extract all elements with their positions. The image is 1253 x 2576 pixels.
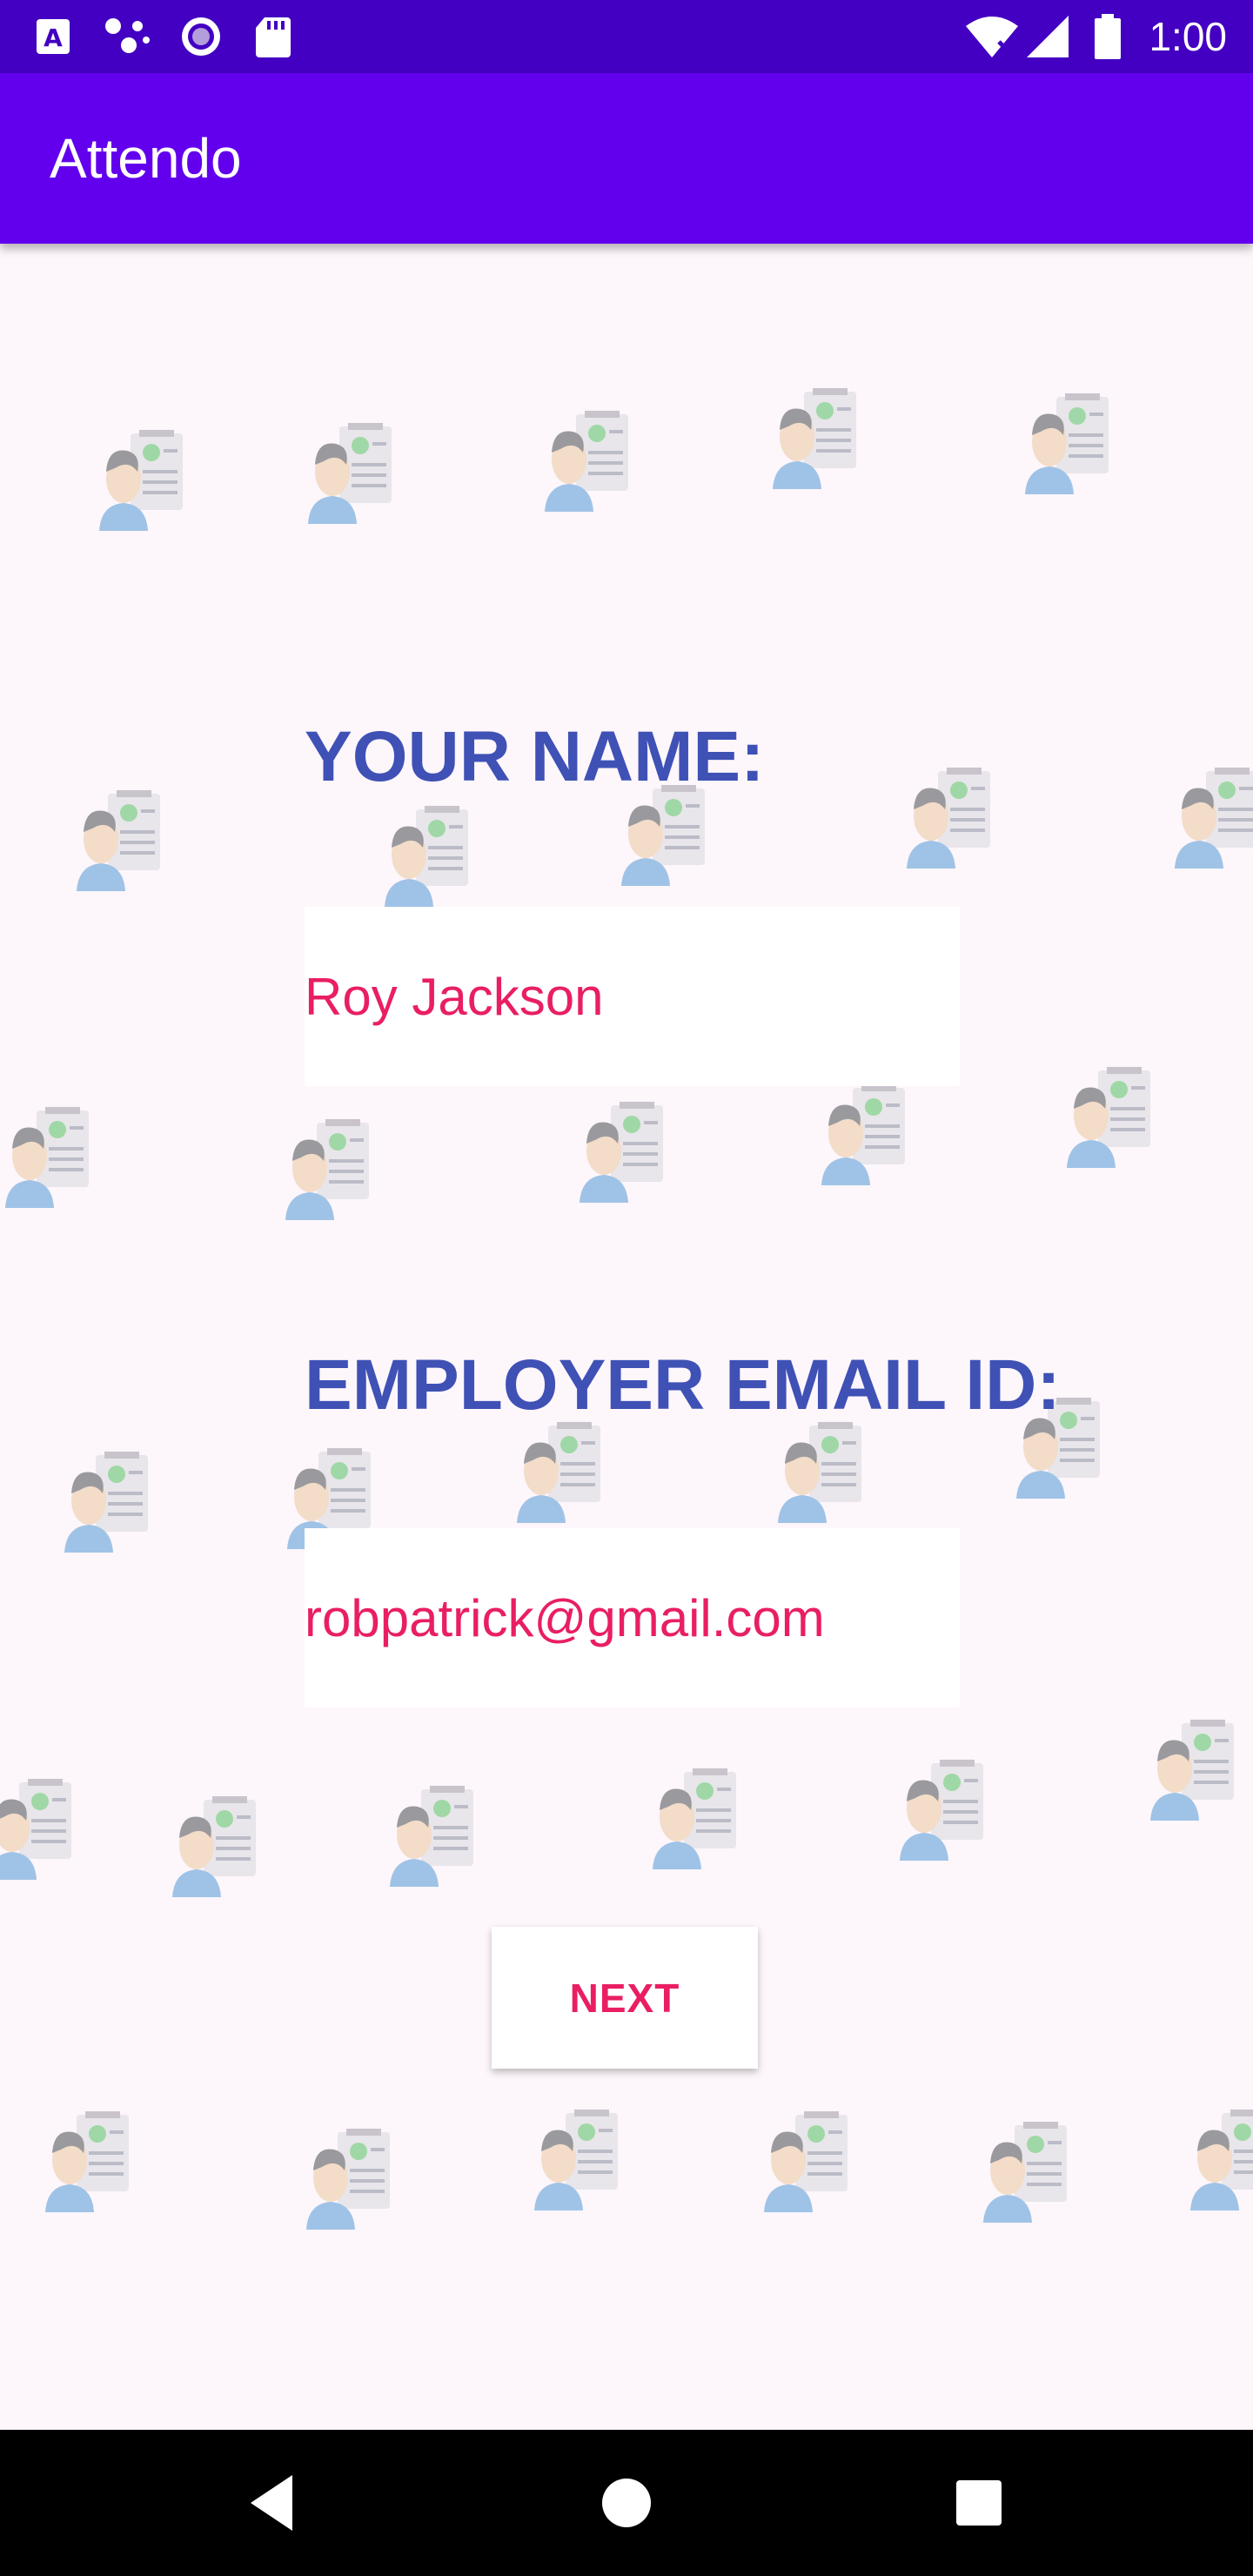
signal-icon	[1027, 16, 1069, 57]
name-input[interactable]	[305, 907, 960, 1086]
home-icon[interactable]	[592, 2468, 661, 2538]
svg-text:A: A	[44, 23, 63, 52]
dots-icon	[105, 18, 150, 53]
sdcard-icon	[256, 17, 291, 57]
status-bar: A 1:00	[0, 0, 1253, 73]
email-label: EMPLOYER EMAIL ID:	[305, 1345, 1061, 1425]
email-input[interactable]	[305, 1528, 960, 1707]
a-icon: A	[37, 19, 70, 54]
next-button[interactable]: NEXT	[492, 1927, 758, 2069]
status-time: 1:00	[1149, 14, 1227, 59]
record-icon	[182, 17, 220, 56]
background-pattern	[0, 388, 1253, 2230]
wifi-icon	[966, 17, 1018, 57]
app-bar: Attendo	[0, 73, 1253, 244]
back-icon[interactable]	[240, 2468, 310, 2538]
battery-icon	[1095, 14, 1121, 59]
content-area: YOUR NAME: EMPLOYER EMAIL ID: NEXT	[0, 244, 1253, 2430]
navigation-bar	[0, 2430, 1253, 2576]
app-title: Attendo	[50, 127, 242, 190]
name-label: YOUR NAME:	[305, 717, 765, 796]
recents-icon[interactable]	[944, 2468, 1014, 2538]
